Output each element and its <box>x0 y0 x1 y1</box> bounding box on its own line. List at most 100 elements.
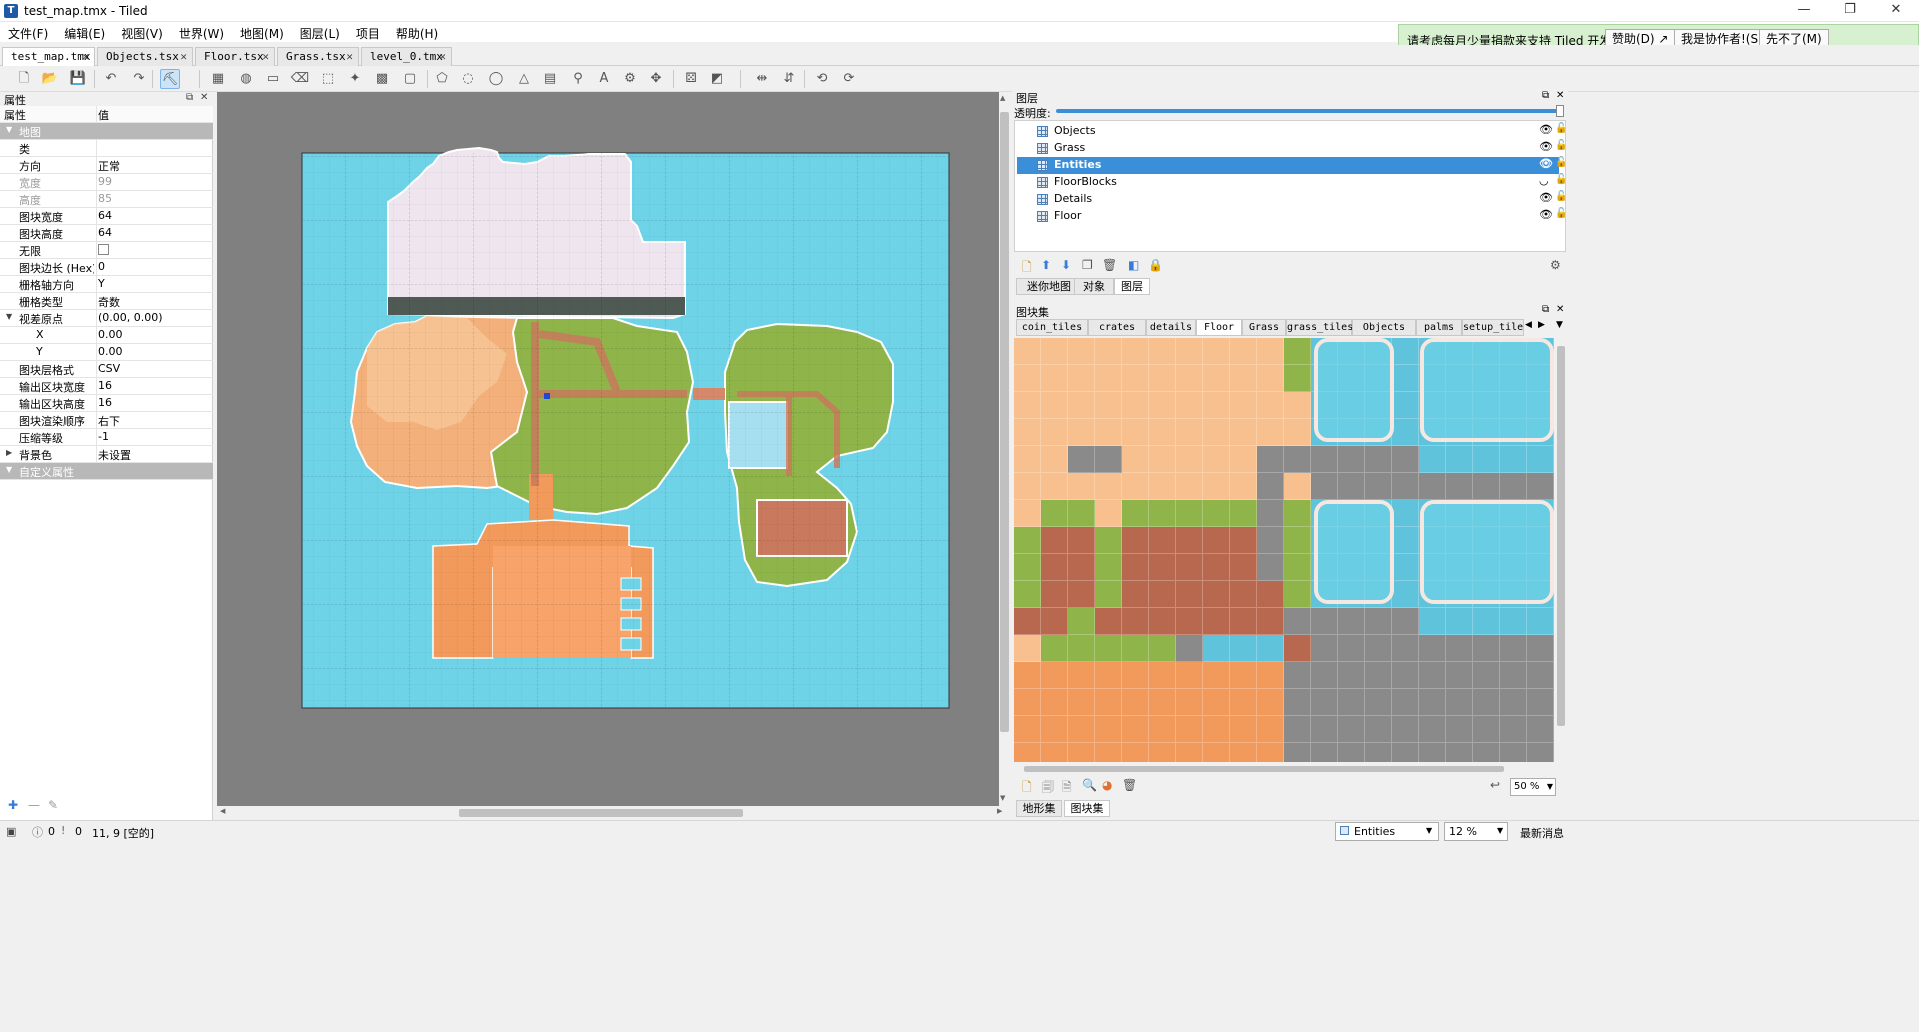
tile[interactable] <box>1284 473 1311 500</box>
ellipse-icon[interactable]: ◯ <box>486 69 506 89</box>
export-tileset-icon[interactable]: 🗎 <box>1062 778 1072 799</box>
tile[interactable] <box>1392 500 1419 527</box>
tile[interactable] <box>1230 419 1257 446</box>
flip-v-icon[interactable]: ⇵ <box>779 69 799 89</box>
tile[interactable] <box>1176 554 1203 581</box>
tile[interactable] <box>1230 635 1257 662</box>
tile[interactable] <box>1311 689 1338 716</box>
tile[interactable] <box>1095 689 1122 716</box>
eraser-icon[interactable]: ⌫ <box>290 69 310 89</box>
new-icon[interactable]: 🗋 <box>14 69 34 89</box>
property-row[interactable]: 栅格轴方向 Y <box>0 276 213 293</box>
tile[interactable] <box>1338 689 1365 716</box>
close-tab-icon[interactable]: ✕ <box>180 48 187 65</box>
tile[interactable] <box>1122 419 1149 446</box>
tile[interactable] <box>1203 500 1230 527</box>
tile[interactable] <box>1095 392 1122 419</box>
tile[interactable] <box>1176 662 1203 689</box>
tile[interactable] <box>1257 608 1284 635</box>
tile[interactable] <box>1014 365 1041 392</box>
tile[interactable] <box>1419 716 1446 743</box>
unlock-icon[interactable]: 🔓 <box>1555 208 1567 219</box>
float-panel-icon[interactable]: ⧉ <box>186 92 193 103</box>
float-panel-icon[interactable]: ⧉ <box>1542 90 1549 101</box>
tileset-tab[interactable]: Floor <box>1196 319 1242 336</box>
tile[interactable] <box>1392 527 1419 554</box>
tile[interactable] <box>1149 716 1176 743</box>
property-value[interactable]: 正常 <box>98 158 211 174</box>
tile[interactable] <box>1095 743 1122 762</box>
tile[interactable] <box>1365 608 1392 635</box>
tile[interactable] <box>1176 446 1203 473</box>
shape-fill-icon[interactable]: ▭ <box>263 69 283 89</box>
tile[interactable] <box>1095 608 1122 635</box>
menu-world[interactable]: 世界(W) <box>171 22 232 42</box>
unlock-icon[interactable]: 🔓 <box>1555 174 1567 185</box>
tile[interactable] <box>1122 716 1149 743</box>
tile[interactable] <box>1365 635 1392 662</box>
tile[interactable] <box>1365 689 1392 716</box>
terrain-brush-icon[interactable]: ▦ <box>208 69 228 89</box>
tile[interactable] <box>1041 743 1068 762</box>
collapse-icon[interactable]: ▶ <box>6 448 12 457</box>
tile[interactable] <box>1014 635 1041 662</box>
property-value[interactable]: 右下 <box>98 413 211 429</box>
tile[interactable] <box>1473 716 1500 743</box>
infinite-checkbox[interactable] <box>98 244 109 255</box>
tile[interactable] <box>1284 500 1311 527</box>
tile[interactable] <box>1311 446 1338 473</box>
tile[interactable] <box>1041 392 1068 419</box>
tile[interactable] <box>1446 446 1473 473</box>
tile[interactable] <box>1149 392 1176 419</box>
close-tab-icon[interactable]: ✕ <box>262 48 269 65</box>
tile[interactable] <box>1014 446 1041 473</box>
tile[interactable] <box>1500 743 1527 762</box>
tile[interactable] <box>1419 743 1446 762</box>
tile[interactable] <box>1311 635 1338 662</box>
scroll-up-icon[interactable]: ▲ <box>1000 94 1005 102</box>
tile[interactable] <box>1176 689 1203 716</box>
layer-row[interactable]: Details 👁 🔓 <box>1017 191 1567 208</box>
tile[interactable] <box>1122 527 1149 554</box>
tile[interactable] <box>1149 365 1176 392</box>
tile[interactable] <box>1203 608 1230 635</box>
tile[interactable] <box>1068 581 1095 608</box>
tile[interactable] <box>1095 338 1122 365</box>
tile[interactable] <box>1149 419 1176 446</box>
rotate-right-icon[interactable]: ⟳ <box>839 69 859 89</box>
tile[interactable] <box>1122 743 1149 762</box>
tile[interactable] <box>1284 446 1311 473</box>
tile[interactable] <box>1176 419 1203 446</box>
property-row[interactable]: ▶ 背景色 未设置 <box>0 446 213 463</box>
tile[interactable] <box>1257 689 1284 716</box>
tile[interactable] <box>1014 419 1041 446</box>
tile[interactable] <box>1230 554 1257 581</box>
tile[interactable] <box>1284 419 1311 446</box>
tile[interactable] <box>1149 554 1176 581</box>
tile[interactable] <box>1284 716 1311 743</box>
expand-icon[interactable]: ▼ <box>6 465 12 474</box>
tile[interactable] <box>1311 662 1338 689</box>
tile[interactable] <box>1149 473 1176 500</box>
tile[interactable] <box>1041 662 1068 689</box>
tile[interactable] <box>1419 662 1446 689</box>
tab-objects-panel[interactable]: 对象 <box>1074 278 1114 295</box>
tileset-tab[interactable]: Grass <box>1242 319 1286 336</box>
tile[interactable] <box>1392 554 1419 581</box>
tile[interactable] <box>1338 635 1365 662</box>
eye-icon[interactable]: 👁 <box>1539 140 1553 153</box>
tile[interactable] <box>1041 581 1068 608</box>
tile[interactable] <box>1203 419 1230 446</box>
tile[interactable] <box>1149 662 1176 689</box>
property-row[interactable]: Y 0.00 <box>0 344 213 361</box>
tile[interactable] <box>1014 608 1041 635</box>
warning-icon[interactable]: ! <box>61 824 65 837</box>
tile[interactable] <box>1500 473 1527 500</box>
tile[interactable] <box>1203 446 1230 473</box>
tile[interactable] <box>1041 689 1068 716</box>
tile[interactable] <box>1095 635 1122 662</box>
tile[interactable] <box>1230 446 1257 473</box>
tile[interactable] <box>1257 473 1284 500</box>
tile[interactable] <box>1203 392 1230 419</box>
tile[interactable] <box>1284 365 1311 392</box>
